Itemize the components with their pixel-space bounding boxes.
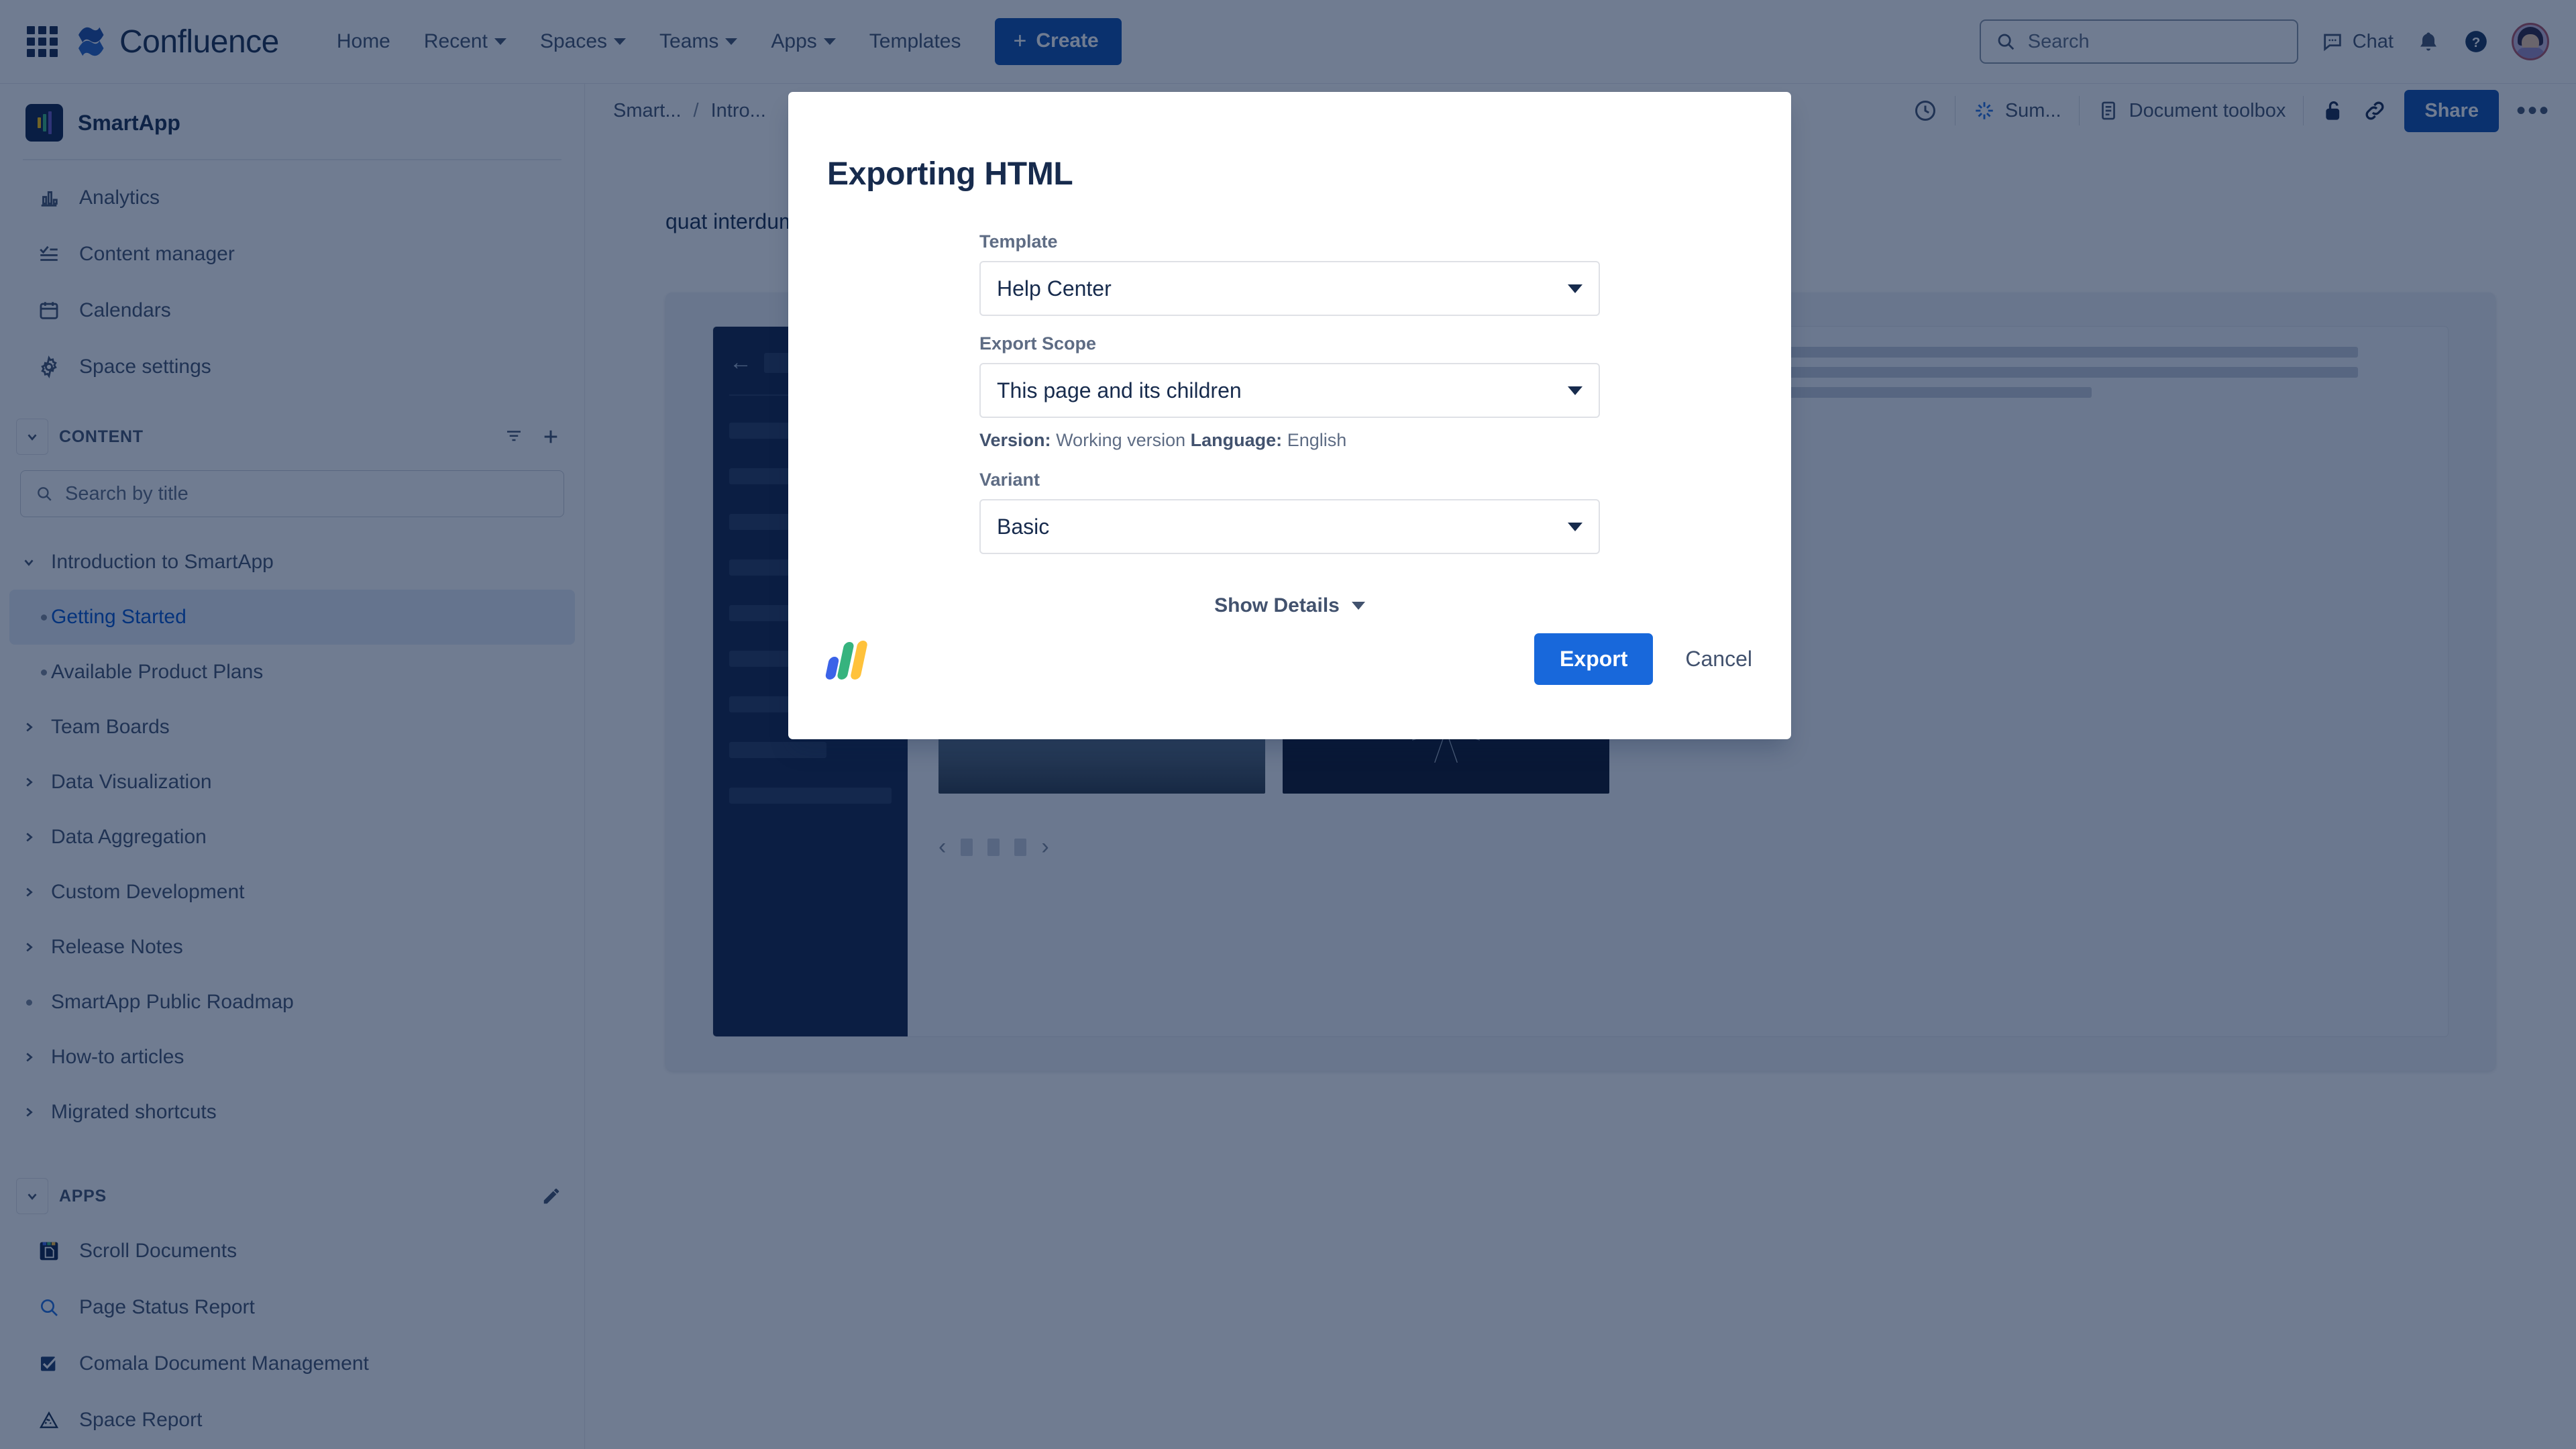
version-language-meta: Version: Working version Language: Engli… xyxy=(979,430,1600,451)
export-button[interactable]: Export xyxy=(1534,633,1654,685)
chevron-down-icon xyxy=(1568,386,1582,395)
template-label: Template xyxy=(979,231,1058,252)
dialog-footer: Export Cancel xyxy=(788,578,1791,739)
variant-select[interactable]: Basic xyxy=(979,499,1600,554)
version-label: Version: xyxy=(979,430,1051,450)
variant-select-value: Basic xyxy=(997,514,1050,539)
chevron-down-icon xyxy=(1568,522,1582,531)
export-scope-select-value: This page and its children xyxy=(997,378,1242,402)
exporting-html-dialog: Exporting HTML Template Help Center Expo… xyxy=(788,92,1791,739)
language-value: English xyxy=(1287,430,1347,450)
export-scope-select[interactable]: This page and its children xyxy=(979,363,1600,418)
language-label: Language: xyxy=(1190,430,1283,450)
export-scope-label: Export Scope xyxy=(979,333,1097,354)
dialog-title: Exporting HTML xyxy=(827,156,1073,192)
k15t-logo xyxy=(824,638,869,680)
variant-label: Variant xyxy=(979,470,1040,490)
export-form: Template Help Center Export Scope This p… xyxy=(979,193,1600,617)
version-value: Working version xyxy=(1056,430,1186,450)
template-select[interactable]: Help Center xyxy=(979,261,1600,316)
template-select-value: Help Center xyxy=(997,276,1112,301)
chevron-down-icon xyxy=(1568,284,1582,293)
dialog-actions: Export Cancel xyxy=(1534,633,1758,685)
cancel-button[interactable]: Cancel xyxy=(1680,633,1758,685)
